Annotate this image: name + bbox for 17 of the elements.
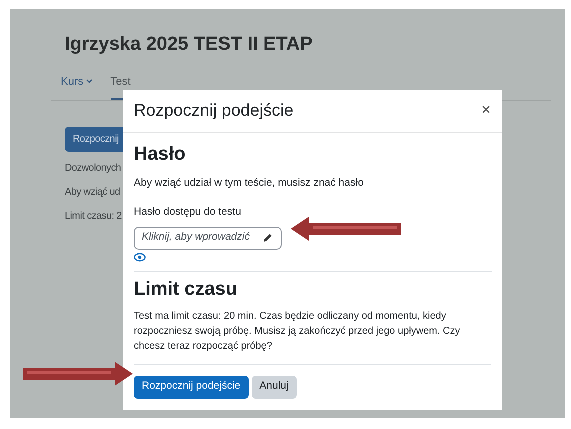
password-field[interactable]: Kliknij, aby wprowadzić [134,226,282,250]
eye-icon[interactable] [134,252,146,262]
nav-tab[interactable]: Kurs [61,74,93,100]
dialog-title: Rozpocznij podejście [134,100,294,122]
start-attempt-button[interactable]: Rozpocznij podejście [134,376,249,398]
cancel-button[interactable]: Anuluj [252,376,297,398]
pencil-icon [263,233,273,243]
course-title: Igrzyska 2025 TEST II ETAP [65,33,314,57]
password-info: Aby wziąć udział w tym teście, musisz znać hasło [134,176,365,191]
info-text: Limit czasu: 2 [65,210,122,223]
field-label: Hasło dostępu do testu [134,204,242,220]
section-heading: Hasło [134,143,187,167]
info-text: Dozwolonych [65,162,122,175]
info-text: Aby wziąć ud [65,186,120,199]
time-limit-info: Test ma limit czasu: 20 min. Czas będzie odliczany od momentu, kiedy rozpoczniesz swoją próbę. Musisz ją zakończyć przed jego upływem. Czy chcesz teraz rozpocząć próbę? [134,310,462,354]
section-heading: Limit czasu [134,278,238,302]
close-button[interactable]: × [482,103,491,119]
